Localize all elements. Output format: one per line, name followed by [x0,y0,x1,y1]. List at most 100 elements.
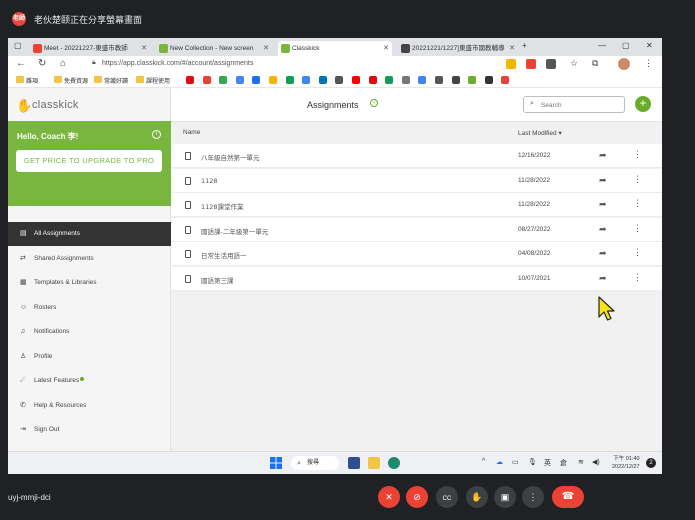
bookmark-icon[interactable] [368,76,377,84]
share-icon[interactable]: ➦ [599,150,607,161]
back-icon[interactable]: ← [16,58,26,69]
end-call-button[interactable]: ☎ [552,486,584,508]
present-button[interactable]: ▣ [494,486,516,508]
close-tab-icon[interactable]: ✕ [263,41,269,56]
more-options-icon[interactable]: ⋮ [633,223,642,234]
share-icon[interactable]: ➦ [599,273,607,284]
bookmark-folder[interactable]: 課程使用 [136,76,170,85]
browser-tab[interactable]: Classkick ✕ [278,41,392,56]
bookmark-icon[interactable] [335,76,344,84]
bookmark-icon[interactable] [468,76,477,84]
favorites-icon[interactable]: ☆ [570,58,578,69]
bookmark-icon[interactable] [269,76,277,84]
table-row[interactable]: 1128 11/28/2022 ➦ ⋮ [171,168,662,193]
sidebar-item-profile[interactable]: ♙ Profile [8,345,171,369]
wifi-icon[interactable]: ≋ [578,458,584,466]
share-icon[interactable]: ➦ [599,224,607,235]
close-tab-icon[interactable]: ✕ [509,41,515,56]
profile-avatar[interactable] [618,58,630,70]
bookmark-icon[interactable] [352,76,360,84]
sidebar-item-rosters[interactable]: ☺ Rosters [8,296,171,320]
info-icon[interactable]: i [152,130,161,139]
share-icon[interactable]: ➦ [599,248,607,259]
add-assignment-button[interactable]: + [635,96,651,112]
more-options-icon[interactable]: ⋮ [633,174,642,185]
sidebar-item-latest-features[interactable]: ☄ Latest Features [8,369,171,393]
minimize-icon[interactable]: — [598,41,606,50]
bookmark-folder[interactable]: 常識好讀 [94,76,128,85]
close-tab-icon[interactable]: ✕ [141,41,147,56]
table-row[interactable]: 1128課堂作業 11/28/2022 ➦ ⋮ [171,193,662,217]
maximize-icon[interactable]: ▢ [622,41,630,50]
browser-tab[interactable]: New Collection - New screen ✕ [156,41,272,56]
taskbar-search[interactable]: ⌕ 搜尋 [291,456,339,470]
bookmark-icon[interactable] [252,76,261,84]
bookmark-icon[interactable] [302,76,311,84]
reload-icon[interactable]: ↻ [38,58,46,69]
sidebar-item-notifications[interactable]: ♫ Notifications [8,320,171,344]
more-options-icon[interactable]: ⋮ [633,272,642,283]
table-row[interactable]: 國語第三課 10/07/2021 ➦ ⋮ [171,266,662,291]
bookmark-icon[interactable] [401,76,410,84]
table-row[interactable]: 國語課-二年級第一單元 08/27/2022 ➦ ⋮ [171,217,662,242]
close-tab-icon[interactable]: ✕ [383,41,389,56]
raise-hand-button[interactable]: ✋ [466,486,488,508]
bookmark-icon[interactable] [484,76,493,84]
assignment-name[interactable]: 1128 [201,177,218,185]
bookmark-icon[interactable] [385,76,394,84]
bookmark-icon[interactable] [219,76,228,84]
upgrade-button[interactable]: GET PRICE TO UPGRADE TO PRO [16,150,162,172]
bookmark-icon[interactable] [235,76,244,84]
browser-tab[interactable]: 20221221/1227]東盛市國教輔導 ✕ [398,41,518,56]
mic-off-button[interactable]: ✕ [378,486,400,508]
window-menu-icon[interactable]: ▢ [14,41,22,50]
ime-mode[interactable]: 倉 [560,458,567,468]
more-options-button[interactable]: ⋮ [522,486,544,508]
assignment-name[interactable]: 國語第三課 [201,275,234,285]
share-icon[interactable]: ➦ [599,199,607,210]
bookmark-icon[interactable] [202,76,211,84]
tray-chevron-icon[interactable]: ^ [482,458,485,465]
captions-button[interactable]: CC [436,486,458,508]
volume-icon[interactable]: ◀) [592,458,600,466]
bookmark-icon[interactable] [186,76,194,84]
file-explorer-icon[interactable] [368,457,380,469]
assignment-name[interactable]: 1128課堂作業 [201,201,244,211]
bookmark-icon[interactable] [501,76,510,84]
column-header-name[interactable]: Name [183,129,200,136]
more-options-icon[interactable]: ⋮ [633,198,642,209]
assignment-name[interactable]: 國語課-二年級第一單元 [201,226,268,236]
system-clock[interactable]: 下午 01:40 2022/12/27 [612,455,640,471]
collections-icon[interactable]: ⧉ [592,58,598,69]
info-icon[interactable]: i [370,99,378,107]
bookmark-folder[interactable]: 免費資源 [54,76,88,85]
new-tab-icon[interactable]: + [522,41,527,50]
notification-badge[interactable]: 2 [646,458,656,468]
windows-start-icon[interactable] [270,457,282,469]
home-icon[interactable]: ⌂ [60,58,66,69]
ime-language[interactable]: 英 [544,458,551,468]
bookmark-icon[interactable] [418,76,427,84]
onedrive-icon[interactable]: ☁ [496,458,503,466]
url-field[interactable]: https://app.classkick.com/#/account/assi… [102,60,253,67]
search-box[interactable]: ⌕ [523,96,625,113]
extension-icon[interactable] [526,59,536,69]
extension-icon[interactable] [506,59,516,69]
edge-browser-icon[interactable] [388,457,400,469]
bookmark-folder[interactable]: 雜項 [16,76,38,85]
network-icon[interactable]: ▭ [512,458,519,466]
bookmark-icon[interactable] [435,76,443,84]
bookmark-icon[interactable] [318,76,327,84]
search-input[interactable] [541,100,621,110]
table-row[interactable]: 八年級自然第一單元 12/16/2022 ➦ ⋮ [171,144,662,168]
sidebar-item-shared-assignments[interactable]: ⇄ Shared Assignments [8,247,171,271]
bookmark-icon[interactable] [451,76,460,84]
browser-tab[interactable]: Meet - 20221227-東盛市教師 ✕ [30,41,150,56]
task-view-icon[interactable] [348,457,360,469]
sidebar-item-help-resources[interactable]: ✆ Help & Resources [8,394,171,418]
more-options-icon[interactable]: ⋮ [633,247,642,258]
bookmark-icon[interactable] [285,76,294,84]
share-icon[interactable]: ➦ [599,175,607,186]
close-window-icon[interactable]: ✕ [646,41,653,50]
microphone-icon[interactable]: 🎙︎ [528,458,537,466]
